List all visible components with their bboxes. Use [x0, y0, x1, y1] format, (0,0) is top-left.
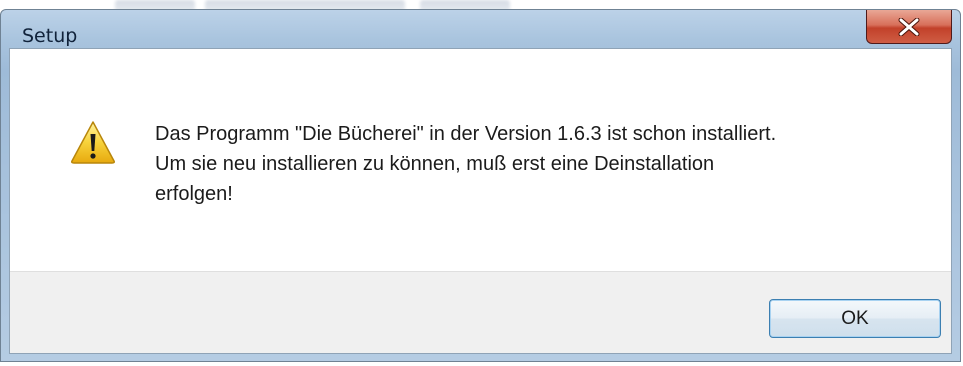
dialog-content: Das Programm "Die Bücherei" in der Versi… — [9, 48, 952, 354]
warning-icon — [71, 121, 115, 164]
close-icon — [898, 17, 920, 36]
message-area: Das Programm "Die Bücherei" in der Versi… — [10, 49, 951, 271]
message-line: Um sie neu installieren zu können, muß e… — [155, 153, 715, 175]
message-text: Das Programm "Die Bücherei" in der Versi… — [155, 119, 935, 209]
message-line: erfolgen! — [155, 183, 233, 205]
window-title: Setup — [22, 25, 78, 47]
ok-button[interactable]: OK — [769, 299, 941, 338]
setup-dialog: Setup Das Programm "Die Bücherei" in der… — [0, 9, 961, 362]
button-bar: OK — [10, 271, 951, 353]
close-button[interactable] — [866, 10, 952, 44]
background-bottom — [0, 362, 963, 366]
message-line: Das Programm "Die Bücherei" in der Versi… — [155, 123, 777, 145]
